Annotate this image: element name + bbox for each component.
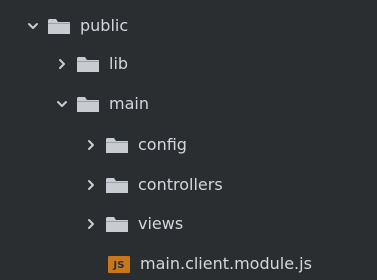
folder-icon <box>106 177 128 193</box>
chevron-down-icon[interactable] <box>26 19 40 33</box>
folder-icon <box>106 216 128 232</box>
tree-item-controllers[interactable]: controllers <box>0 165 377 205</box>
tree-item-config[interactable]: config <box>0 125 377 165</box>
tree-item-lib[interactable]: lib <box>0 44 377 84</box>
js-file-icon: JS <box>108 255 130 273</box>
chevron-right-icon[interactable] <box>84 138 98 152</box>
folder-icon <box>77 96 99 112</box>
folder-icon <box>106 137 128 153</box>
tree-item-label: lib <box>109 54 129 73</box>
tree-item-label: public <box>80 16 129 35</box>
tree-item-label: views <box>138 214 184 233</box>
chevron-down-icon[interactable] <box>55 97 69 111</box>
folder-icon <box>77 56 99 72</box>
chevron-right-icon[interactable] <box>84 178 98 192</box>
tree-item-label: controllers <box>138 175 223 194</box>
tree-item-public[interactable]: public <box>0 6 377 46</box>
tree-item-main[interactable]: main <box>0 84 377 124</box>
tree-item-label: main.client.module.js <box>140 254 312 273</box>
tree-item-views[interactable]: views <box>0 204 377 244</box>
file-tree: public lib main config controllers views… <box>0 0 377 280</box>
tree-item-label: main <box>109 94 149 113</box>
tree-item-main-client-module-js[interactable]: JS main.client.module.js <box>0 244 377 280</box>
tree-item-label: config <box>138 135 187 154</box>
chevron-right-icon[interactable] <box>55 57 69 71</box>
chevron-right-icon[interactable] <box>84 217 98 231</box>
folder-icon <box>48 18 70 34</box>
